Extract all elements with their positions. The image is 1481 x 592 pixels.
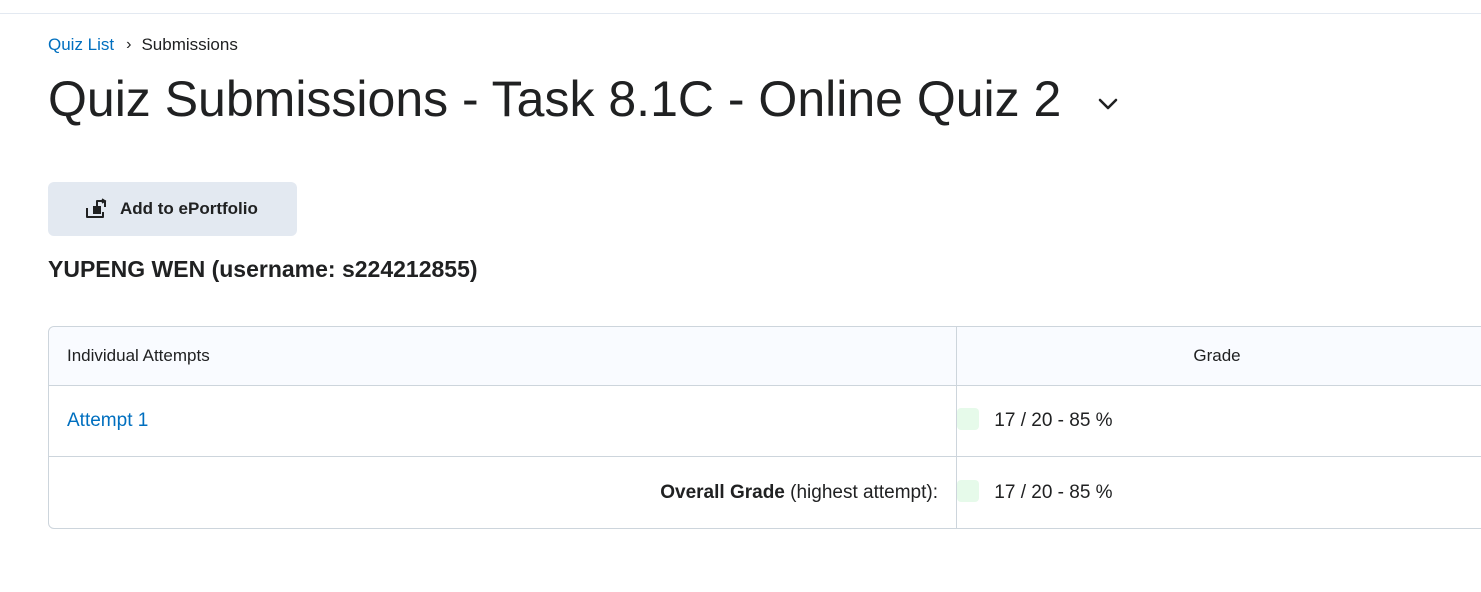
attempts-table: Individual Attempts Grade Attempt 1 17 /… [48,326,1481,529]
breadcrumb: Quiz List › Submissions [48,34,238,56]
attempt-cell: Attempt 1 [49,386,957,457]
add-to-eportfolio-button[interactable]: Add to ePortfolio [48,182,297,236]
breadcrumb-quiz-list-link[interactable]: Quiz List [48,35,114,55]
breadcrumb-current: Submissions [141,35,238,54]
eportfolio-add-icon [84,197,108,221]
overall-grade-cell: 17 / 20 - 85 % [957,457,1481,528]
overall-grade-label-cell: Overall Grade (highest attempt): [49,457,957,528]
header-individual-attempts: Individual Attempts [49,327,957,386]
grade-color-swatch [957,408,979,431]
header-grade: Grade [957,327,1481,386]
top-bar-divider [0,0,1481,14]
overall-grade-label: Overall Grade (highest attempt): [660,482,938,503]
grade-cell: 17 / 20 - 85 % [957,386,1481,457]
overall-grade-label-rest: (highest attempt): [784,481,938,503]
table-row: Attempt 1 17 / 20 - 85 % [49,386,1481,457]
page-title: Quiz Submissions - Task 8.1C - Online Qu… [48,71,1062,127]
overall-grade-label-bold: Overall Grade [660,481,785,503]
attempt-1-link[interactable]: Attempt 1 [67,410,148,431]
add-to-eportfolio-label: Add to ePortfolio [120,199,258,218]
table-header-row: Individual Attempts Grade [49,327,1481,386]
attempt-1-grade: 17 / 20 - 85 % [994,410,1113,431]
chevron-down-icon[interactable] [1095,91,1121,117]
breadcrumb-separator: › [126,36,132,53]
grade-color-swatch [957,479,979,502]
overall-grade-row: Overall Grade (highest attempt): 17 / 20… [49,457,1481,528]
user-heading: YUPENG WEN (username: s224212855) [48,256,478,282]
overall-grade-value: 17 / 20 - 85 % [994,481,1113,503]
page-title-container: Quiz Submissions - Task 8.1C - Online Qu… [48,68,1121,130]
